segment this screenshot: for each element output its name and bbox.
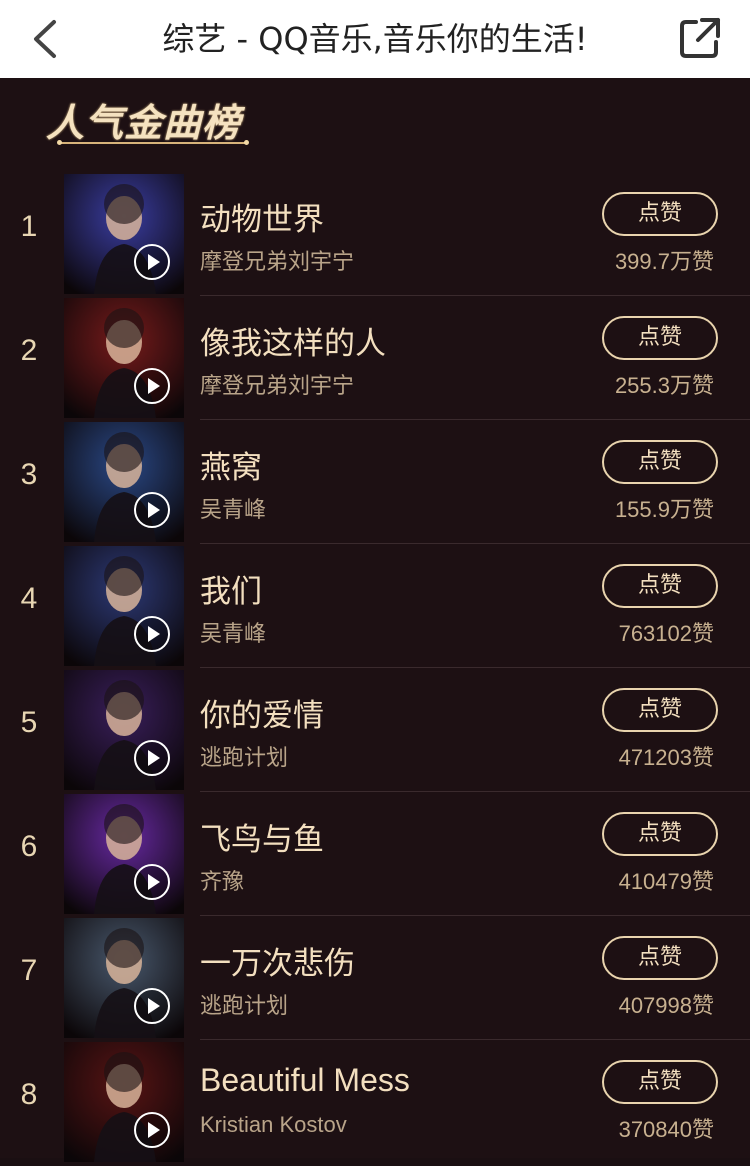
like-count: 763102赞 xyxy=(618,621,714,646)
song-cover[interactable] xyxy=(64,670,184,790)
play-icon[interactable] xyxy=(132,366,172,406)
artist-name: 逃跑计划 xyxy=(200,746,289,771)
row-divider xyxy=(200,419,750,420)
rank-number: 7 xyxy=(20,954,38,987)
play-icon[interactable] xyxy=(132,986,172,1026)
ranking-panel: 人气金曲榜 1 动物世界 摩登兄弟刘宇宁 点赞 399.7万赞 2 像我这样的人… xyxy=(0,78,750,1162)
song-cover[interactable] xyxy=(64,422,184,542)
row-divider xyxy=(200,791,750,792)
song-title[interactable]: 你的爱情 xyxy=(200,690,324,735)
song-title[interactable]: 动物世界 xyxy=(200,194,324,239)
ranking-title: 人气金曲榜 xyxy=(46,101,242,145)
row-divider xyxy=(200,1039,750,1040)
like-button[interactable]: 点赞 xyxy=(602,936,718,980)
play-icon[interactable] xyxy=(132,242,172,282)
play-icon[interactable] xyxy=(132,862,172,902)
rank-number: 1 xyxy=(20,210,38,243)
song-title[interactable]: 像我这样的人 xyxy=(200,318,386,363)
artist-name: 吴青峰 xyxy=(200,498,267,523)
like-count: 410479赞 xyxy=(618,869,714,894)
row-divider xyxy=(200,295,750,296)
row-divider xyxy=(200,667,750,668)
like-count: 399.7万赞 xyxy=(614,249,714,274)
song-cover[interactable] xyxy=(64,174,184,294)
like-button[interactable]: 点赞 xyxy=(602,1060,718,1104)
song-cover[interactable] xyxy=(64,918,184,1038)
play-icon[interactable] xyxy=(132,738,172,778)
like-button[interactable]: 点赞 xyxy=(602,564,718,608)
play-icon[interactable] xyxy=(132,614,172,654)
like-count: 155.9万赞 xyxy=(614,497,714,522)
artist-name: 齐豫 xyxy=(200,870,245,895)
rank-number: 4 xyxy=(20,582,38,615)
song-list: 1 动物世界 摩登兄弟刘宇宁 点赞 399.7万赞 2 像我这样的人 摩登兄弟刘… xyxy=(0,174,750,1166)
song-row[interactable]: 4 我们 吴青峰 点赞 763102赞 xyxy=(0,546,750,670)
song-row[interactable]: 5 你的爱情 逃跑计划 点赞 471203赞 xyxy=(0,670,750,794)
artist-name: 摩登兄弟刘宇宁 xyxy=(200,374,355,399)
song-title[interactable]: Beautiful Mess xyxy=(200,1062,410,1099)
song-cover[interactable] xyxy=(64,298,184,418)
like-button[interactable]: 点赞 xyxy=(602,316,718,360)
artist-name: Kristian Kostov xyxy=(200,1112,347,1137)
artist-name: 吴青峰 xyxy=(200,622,267,647)
artist-name: 摩登兄弟刘宇宁 xyxy=(200,250,355,275)
song-cover[interactable] xyxy=(64,546,184,666)
rank-number: 2 xyxy=(20,334,38,367)
rank-number: 8 xyxy=(20,1078,38,1111)
song-title[interactable]: 燕窝 xyxy=(200,442,262,487)
song-title[interactable]: 一万次悲伤 xyxy=(200,938,355,983)
artist-name: 逃跑计划 xyxy=(200,994,289,1019)
song-title[interactable]: 我们 xyxy=(200,566,262,611)
song-row[interactable]: 1 动物世界 摩登兄弟刘宇宁 点赞 399.7万赞 xyxy=(0,174,750,298)
like-button[interactable]: 点赞 xyxy=(602,192,718,236)
rank-number: 6 xyxy=(20,830,38,863)
like-button[interactable]: 点赞 xyxy=(602,440,718,484)
like-button[interactable]: 点赞 xyxy=(602,688,718,732)
song-cover[interactable] xyxy=(64,794,184,914)
row-divider xyxy=(200,543,750,544)
song-row[interactable]: 6 飞鸟与鱼 齐豫 点赞 410479赞 xyxy=(0,794,750,918)
like-count: 255.3万赞 xyxy=(614,373,714,398)
chevron-left-icon[interactable] xyxy=(26,18,66,60)
like-count: 370840赞 xyxy=(618,1117,714,1142)
like-count: 471203赞 xyxy=(618,745,714,770)
page-title: 综艺 - QQ音乐,音乐你的生活! xyxy=(162,20,588,58)
song-title[interactable]: 飞鸟与鱼 xyxy=(200,814,324,859)
share-external-icon[interactable] xyxy=(676,14,724,62)
title-underline xyxy=(57,140,249,145)
song-cover[interactable] xyxy=(64,1042,184,1162)
song-row[interactable]: 7 一万次悲伤 逃跑计划 点赞 407998赞 xyxy=(0,918,750,1042)
like-button[interactable]: 点赞 xyxy=(602,812,718,856)
top-bar: 综艺 - QQ音乐,音乐你的生活! xyxy=(0,0,750,78)
rank-number: 3 xyxy=(20,458,38,491)
play-icon[interactable] xyxy=(132,490,172,530)
play-icon[interactable] xyxy=(132,1110,172,1150)
song-row[interactable]: 2 像我这样的人 摩登兄弟刘宇宁 点赞 255.3万赞 xyxy=(0,298,750,422)
song-row[interactable]: 3 燕窝 吴青峰 点赞 155.9万赞 xyxy=(0,422,750,546)
song-row[interactable]: 8 Beautiful Mess Kristian Kostov 点赞 3708… xyxy=(0,1042,750,1166)
like-count: 407998赞 xyxy=(618,993,714,1018)
row-divider xyxy=(200,915,750,916)
rank-number: 5 xyxy=(20,706,38,739)
